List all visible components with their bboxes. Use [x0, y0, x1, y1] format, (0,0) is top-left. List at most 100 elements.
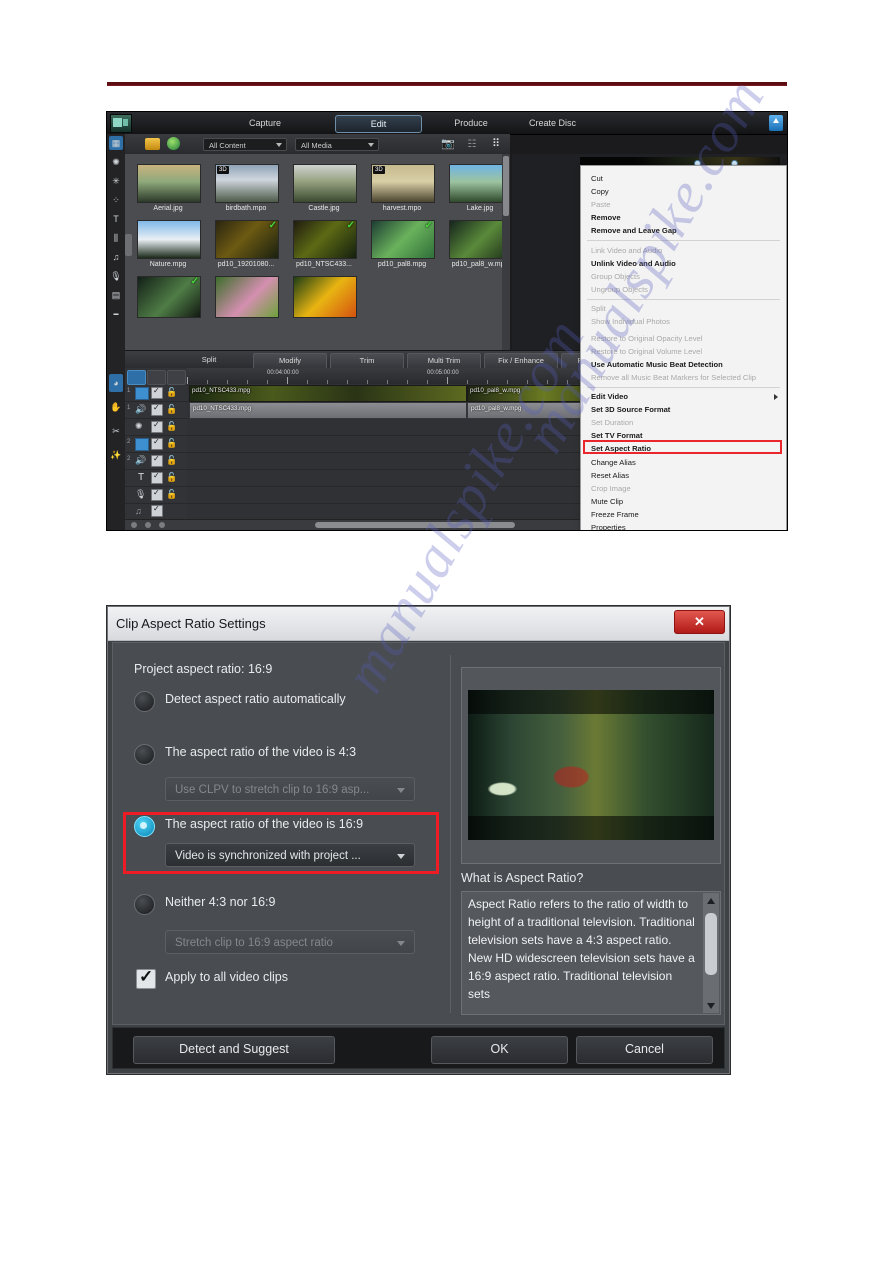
- menu-item-reset-alias[interactable]: Reset Alias: [591, 469, 629, 482]
- mode-capture[interactable]: Capture: [217, 115, 313, 131]
- track-enable-checkbox[interactable]: [151, 386, 163, 399]
- rail-transition-room-icon[interactable]: ⫼: [109, 231, 123, 245]
- menu-item-set-aspect-ratio[interactable]: Set Aspect Ratio: [591, 442, 651, 455]
- help-scrollbar[interactable]: [703, 893, 719, 1013]
- library-thumbnail[interactable]: [215, 276, 279, 318]
- track-header-voice[interactable]: 🎙 🔓: [125, 486, 187, 504]
- menu-item-set-3d-source-format[interactable]: Set 3D Source Format: [591, 403, 670, 416]
- library-thumbnail[interactable]: ✓: [215, 220, 279, 259]
- zoom-in-icon[interactable]: [159, 522, 165, 528]
- action-trim-button[interactable]: Trim: [330, 353, 404, 369]
- close-button[interactable]: ✕: [674, 610, 725, 634]
- track-enable-checkbox[interactable]: [151, 403, 163, 416]
- rail-chapter-room-icon[interactable]: ▤: [109, 288, 123, 302]
- download-globe-icon[interactable]: [167, 137, 180, 150]
- scroll-up-arrow-icon[interactable]: [703, 893, 719, 908]
- detail-view-icon[interactable]: ☷: [465, 138, 479, 151]
- action-fix-enhance-button[interactable]: Fix / Enhance: [484, 353, 558, 369]
- rail-audio-mixing-room-icon[interactable]: ♫: [109, 250, 123, 264]
- rail-scissors-tool-icon[interactable]: ✂: [109, 424, 123, 438]
- help-scrollbar-thumb[interactable]: [705, 913, 717, 975]
- rail-hand-tool-icon[interactable]: ✋: [109, 400, 123, 414]
- track-header-audio-2[interactable]: 2 🔊 🔓: [125, 452, 187, 470]
- grid-view-icon[interactable]: ⠿: [489, 138, 503, 151]
- action-modify-button[interactable]: Modify: [253, 353, 327, 369]
- track-enable-checkbox[interactable]: [151, 504, 163, 517]
- storyboard-view-icon[interactable]: [147, 370, 166, 385]
- menu-item-cut[interactable]: Cut: [591, 172, 603, 185]
- library-pane-resize-handle[interactable]: [125, 234, 132, 256]
- mode-produce[interactable]: Produce: [440, 115, 502, 131]
- media-filter-select[interactable]: All Media: [295, 138, 379, 151]
- import-media-folder-icon[interactable]: [145, 138, 160, 150]
- library-scrollbar[interactable]: [502, 154, 510, 350]
- menu-item-remove[interactable]: Remove: [591, 211, 621, 224]
- timeline-audio-clip[interactable]: pd10_NTSC433.mpg: [189, 402, 467, 419]
- zoom-out-icon[interactable]: [131, 522, 137, 528]
- ok-button[interactable]: OK: [431, 1036, 568, 1064]
- library-thumbnail[interactable]: ✓: [449, 220, 510, 259]
- track-lock-icon[interactable]: 🔓: [166, 438, 177, 448]
- timeline-clip[interactable]: pd10_NTSC433.mpg: [189, 385, 467, 402]
- library-scrollbar-thumb[interactable]: [503, 156, 509, 216]
- menu-item-properties[interactable]: Properties: [591, 521, 626, 530]
- library-thumbnail[interactable]: [137, 220, 201, 259]
- library-thumbnail[interactable]: 3D: [371, 164, 435, 203]
- detect-and-suggest-button[interactable]: Detect and Suggest: [133, 1036, 335, 1064]
- add-track-icon[interactable]: [167, 370, 186, 385]
- track-enable-checkbox[interactable]: [151, 454, 163, 467]
- scroll-down-arrow-icon[interactable]: [703, 998, 719, 1013]
- track-lock-icon[interactable]: 🔓: [166, 387, 177, 397]
- capture-icon[interactable]: 📷: [441, 138, 455, 151]
- rail-effect-room-icon[interactable]: ✺: [109, 155, 123, 169]
- rail-media-room-icon[interactable]: ▦: [109, 136, 123, 150]
- menu-item-freeze-frame[interactable]: Freeze Frame: [591, 508, 639, 521]
- timeline-view-icon[interactable]: [127, 370, 146, 385]
- track-enable-checkbox[interactable]: [151, 488, 163, 501]
- menu-item-unlink-video-and-audio[interactable]: Unlink Video and Audio: [591, 257, 676, 270]
- library-thumbnail[interactable]: [293, 276, 357, 318]
- rail-title-room-icon[interactable]: T: [109, 212, 123, 226]
- track-header-effect[interactable]: ✺ 🔓: [125, 418, 187, 436]
- rail-voice-over-room-icon[interactable]: 🎙: [109, 269, 123, 283]
- upload-icon[interactable]: [769, 115, 783, 131]
- menu-item-edit-video[interactable]: Edit Video: [591, 390, 628, 403]
- track-lock-icon[interactable]: 🔓: [166, 404, 177, 414]
- content-filter-select[interactable]: All Content: [203, 138, 287, 151]
- radio-detect-automatically[interactable]: [134, 691, 155, 712]
- cancel-button[interactable]: Cancel: [576, 1036, 713, 1064]
- rail-magic-wand-icon[interactable]: ✨: [109, 448, 123, 462]
- library-thumbnail[interactable]: [293, 164, 357, 203]
- track-enable-checkbox[interactable]: [151, 437, 163, 450]
- apply-all-checkbox[interactable]: [136, 967, 156, 989]
- menu-item-mute-clip[interactable]: Mute Clip: [591, 495, 623, 508]
- menu-item-music-beat-detection[interactable]: Use Automatic Music Beat Detection: [591, 358, 723, 371]
- rail-particle-room-icon[interactable]: ⁘: [109, 193, 123, 207]
- mode-edit[interactable]: Edit: [335, 115, 422, 133]
- track-header-audio-1[interactable]: 1 🔊 🔓: [125, 401, 187, 419]
- library-thumbnail[interactable]: ✓: [137, 276, 201, 318]
- library-thumbnail[interactable]: [137, 164, 201, 203]
- library-thumbnail[interactable]: ✓: [293, 220, 357, 259]
- library-thumbnail[interactable]: [449, 164, 510, 203]
- track-lock-icon[interactable]: 🔓: [166, 421, 177, 431]
- rail-pip-objects-room-icon[interactable]: ✳: [109, 174, 123, 188]
- action-multi-trim-button[interactable]: Multi Trim: [407, 353, 481, 369]
- track-header-music[interactable]: ♫: [125, 503, 187, 520]
- radio-neither[interactable]: [134, 894, 155, 915]
- rail-magic-tools-icon[interactable]: ◕: [109, 374, 123, 392]
- menu-item-remove-and-leave-gap[interactable]: Remove and Leave Gap: [591, 224, 677, 237]
- mode-create-disc[interactable]: Create Disc: [515, 115, 590, 131]
- track-header-video-1[interactable]: 1 🔓: [125, 384, 187, 402]
- action-split-button[interactable]: Split: [173, 353, 245, 367]
- track-lock-icon[interactable]: 🔓: [166, 455, 177, 465]
- track-header-video-2[interactable]: 2 🔓: [125, 435, 187, 453]
- track-enable-checkbox[interactable]: [151, 471, 163, 484]
- zoom-fit-icon[interactable]: [145, 522, 151, 528]
- library-thumbnail[interactable]: ✓: [371, 220, 435, 259]
- menu-item-change-alias[interactable]: Change Alias: [591, 456, 636, 469]
- menu-item-copy[interactable]: Copy: [591, 185, 609, 198]
- track-enable-checkbox[interactable]: [151, 420, 163, 433]
- radio-aspect-4-3[interactable]: [134, 744, 155, 765]
- track-lock-icon[interactable]: 🔓: [166, 489, 177, 499]
